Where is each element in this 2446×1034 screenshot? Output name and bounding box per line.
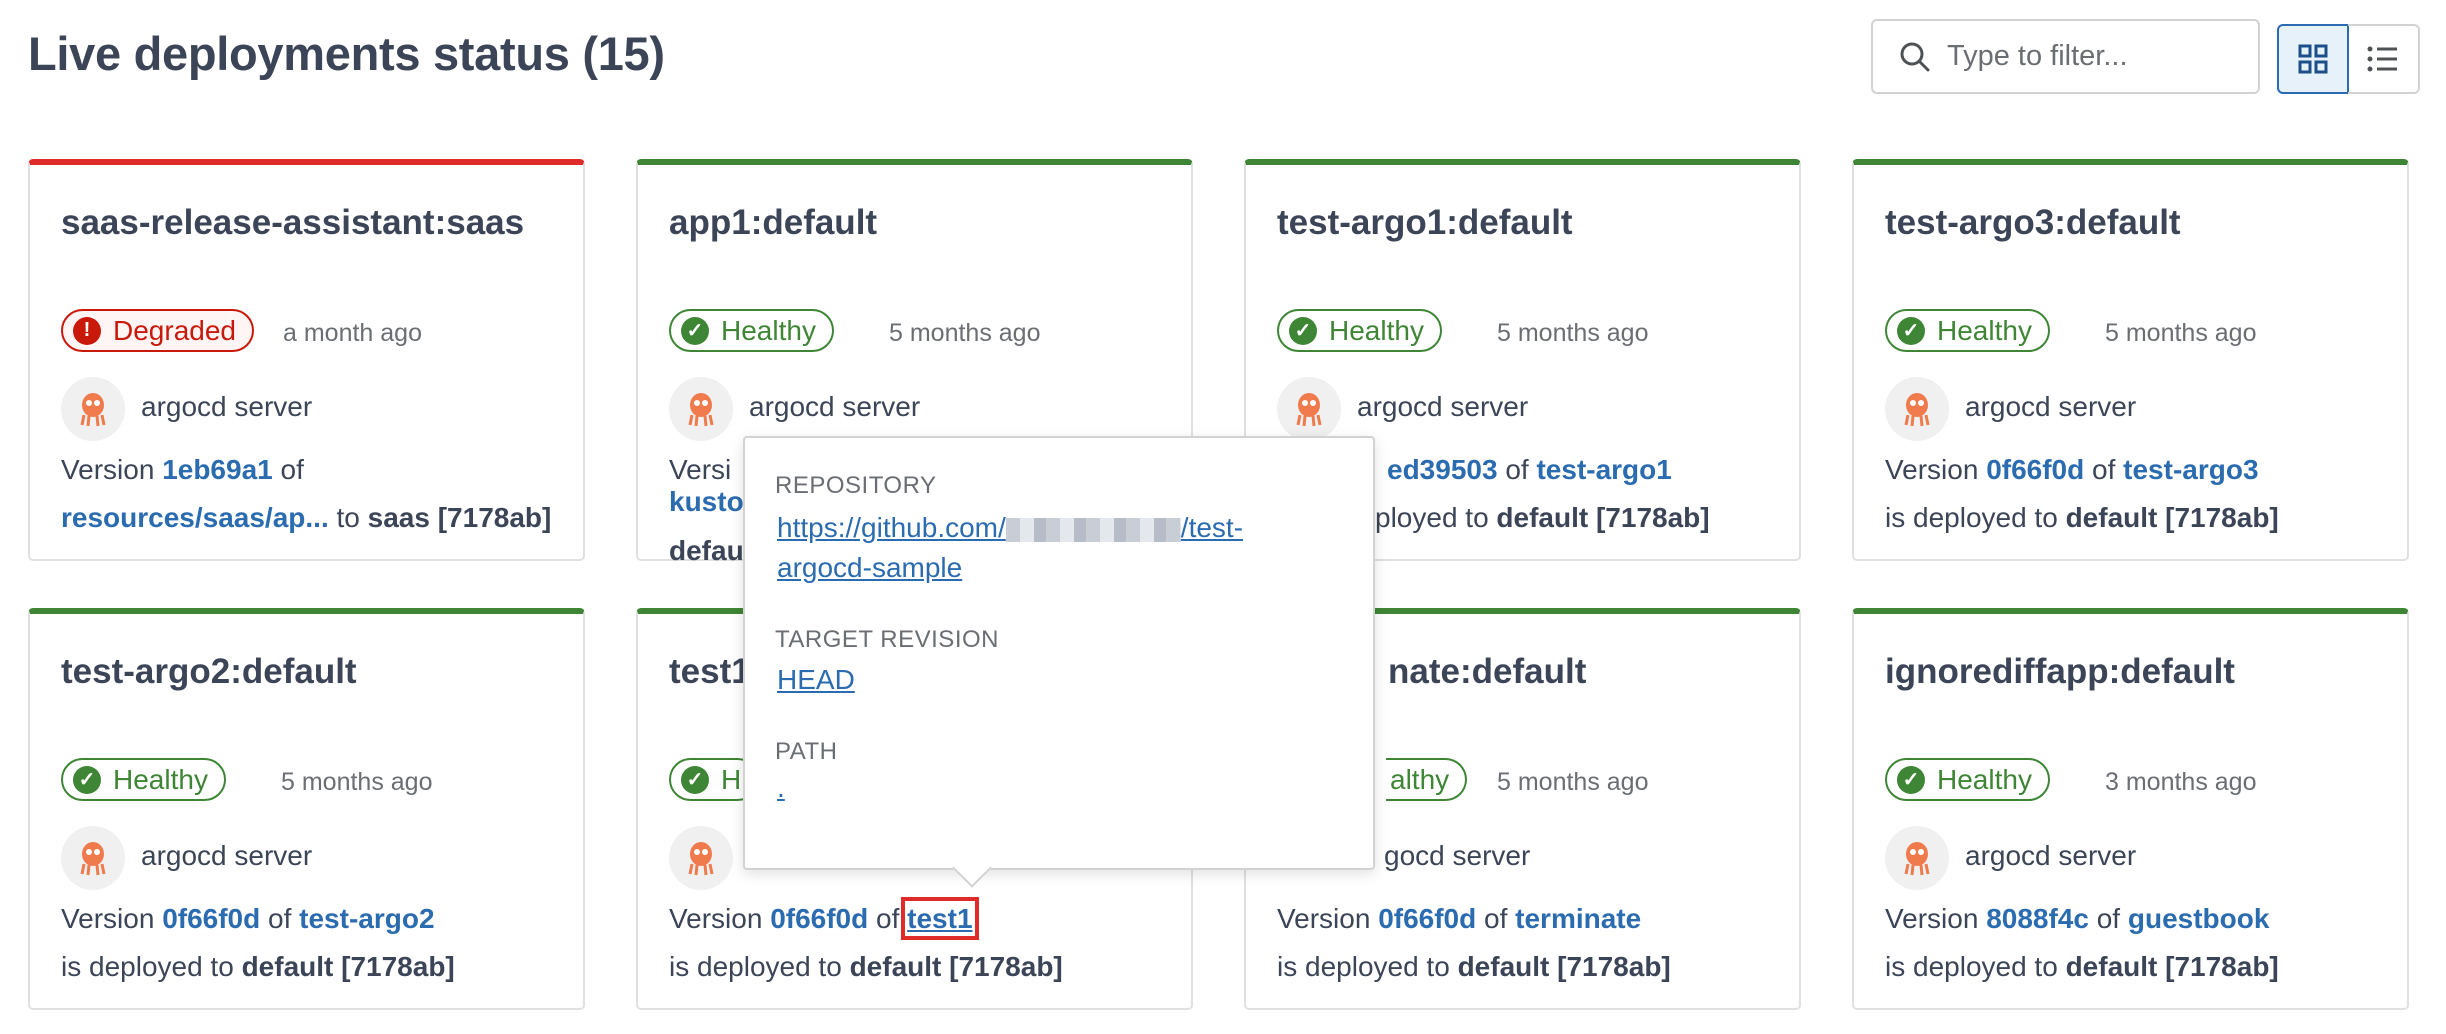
redacted-owner (1005, 517, 1181, 542)
card-title: nate:default (1388, 652, 1587, 691)
check-icon: ✓ (1897, 765, 1925, 794)
source-link[interactable]: test-argo3 (2123, 454, 2258, 485)
repository-link[interactable]: https://github.com//test- (777, 512, 1243, 544)
argo-avatar-icon (1885, 377, 1949, 441)
check-icon: ✓ (1289, 316, 1317, 345)
search-icon (1900, 42, 1930, 71)
status-badge: ✓ Healthy (61, 758, 226, 801)
grid-icon (2298, 44, 2328, 74)
timestamp: 5 months ago (281, 768, 433, 796)
server-name: argocd server (141, 840, 313, 871)
target-line: is deployed to default [7178ab] (1885, 502, 2279, 533)
server-name: argocd server (1965, 391, 2137, 422)
source-popover: REPOSITORY https://github.com//test- arg… (743, 436, 1375, 888)
revision-link[interactable]: ed39503 (1387, 454, 1498, 485)
repository-link-continued[interactable]: argocd-sample (777, 552, 962, 584)
target-line: is deployed to default [7178ab] (1885, 951, 2279, 982)
revision-link[interactable]: 0f66f0d (770, 903, 868, 934)
card-title: test1 (669, 652, 751, 691)
version-line: Version 1eb69a1 of (61, 454, 304, 485)
target-line: resources/saas/ap... to saas [7178ab] (61, 502, 552, 533)
status-badge: ✓ Healthy (1277, 309, 1442, 352)
status-badge: althy (1386, 758, 1468, 801)
check-icon: ✓ (73, 765, 101, 794)
target-line: is deployed to default [7178ab] (1277, 951, 1671, 982)
filter-field[interactable] (1871, 19, 2260, 94)
card-title: test-argo3:default (1885, 203, 2181, 242)
timestamp: 5 months ago (889, 319, 1041, 347)
deployment-card: saas-release-assistant:saas ! Degraded a … (28, 159, 585, 561)
timestamp: a month ago (283, 319, 422, 347)
server-name: argocd server (1357, 391, 1529, 422)
version-line: Version 0f66f0d of test-argo3 (1885, 454, 2259, 485)
deployment-card: test-argo3:default ✓ Healthy 5 months ago… (1852, 159, 2409, 561)
status-badge: ! Degraded (61, 309, 254, 352)
check-icon: ✓ (681, 765, 709, 794)
revision-link[interactable]: 1eb69a1 (162, 454, 273, 485)
source-link[interactable]: guestbook (2128, 903, 2270, 934)
target-line: is deployed to default [7178ab] (669, 951, 1063, 982)
check-icon: ✓ (1897, 316, 1925, 345)
status-badge: ✓ Healthy (1885, 309, 2050, 352)
target-revision-label: TARGET REVISION (775, 626, 999, 653)
revision-link[interactable]: HEAD (777, 664, 855, 696)
argo-avatar-icon (61, 377, 125, 441)
revision-link[interactable]: 0f66f0d (162, 903, 260, 934)
list-icon (2367, 46, 2397, 72)
filter-input[interactable] (1945, 39, 2239, 74)
source-link[interactable]: kusto (669, 486, 744, 517)
timestamp: 5 months ago (2105, 319, 2257, 347)
card-title: test-argo2:default (61, 652, 357, 691)
revision-link[interactable]: 0f66f0d (1986, 454, 2084, 485)
argo-avatar-icon (61, 826, 125, 890)
path-link[interactable]: . (777, 772, 785, 804)
source-link-highlighted[interactable]: test1 (901, 897, 979, 940)
source-link[interactable]: terminate (1515, 903, 1641, 934)
server-name: gocd server (1384, 840, 1531, 871)
check-icon: ✓ (681, 316, 709, 345)
target-line: is deployed to default [7178ab] (61, 951, 455, 982)
server-name: argocd server (141, 391, 313, 422)
source-link[interactable]: test-argo1 (1536, 454, 1671, 485)
target-line: defau (669, 535, 744, 566)
revision-link[interactable]: 8088f4c (1986, 903, 2089, 934)
card-title: test-argo1:default (1277, 203, 1573, 242)
deployment-card: test-argo2:default ✓ Healthy 5 months ago… (28, 608, 585, 1010)
version-line: Version 0f66f0d of terminate (1277, 903, 1642, 934)
page-title: Live deployments status (15) (28, 27, 665, 80)
timestamp: 5 months ago (1497, 768, 1649, 796)
card-title: saas-release-assistant:saas (61, 203, 525, 242)
version-line: Versi (669, 454, 732, 485)
target-line: ployed to default [7178ab] (1375, 502, 1710, 533)
card-title: app1:default (669, 203, 878, 242)
argo-avatar-icon (1277, 377, 1341, 441)
argo-avatar-icon (669, 826, 733, 890)
repository-label: REPOSITORY (775, 472, 937, 499)
deployment-card: ignorediffapp:default ✓ Healthy 3 months … (1852, 608, 2409, 1010)
target-line: kusto (669, 486, 744, 518)
version-line: Version 8088f4c of guestbook (1885, 903, 2270, 934)
source-link[interactable]: resources/saas/ap... (61, 502, 329, 533)
version-line: ed39503 of test-argo1 (1387, 454, 1672, 485)
status-badge: ✓ Healthy (669, 309, 834, 352)
path-label: PATH (775, 738, 838, 765)
revision-link[interactable]: 0f66f0d (1378, 903, 1476, 934)
grid-view-button[interactable] (2277, 24, 2349, 94)
version-line: Version 0f66f0d of test-argo2 (61, 903, 435, 934)
version-line: Version 0f66f0d of test1 (669, 897, 979, 940)
card-title: ignorediffapp:default (1885, 652, 2235, 691)
timestamp: 3 months ago (2105, 768, 2257, 796)
server-name: argocd server (749, 391, 921, 422)
exclamation-icon: ! (73, 316, 101, 345)
server-name: argocd server (1965, 840, 2137, 871)
argo-avatar-icon (1885, 826, 1949, 890)
source-link[interactable]: test-argo2 (299, 903, 434, 934)
status-badge: ✓ Healthy (1885, 758, 2050, 801)
timestamp: 5 months ago (1497, 319, 1649, 347)
argo-avatar-icon (669, 377, 733, 441)
list-view-button[interactable] (2348, 24, 2420, 94)
